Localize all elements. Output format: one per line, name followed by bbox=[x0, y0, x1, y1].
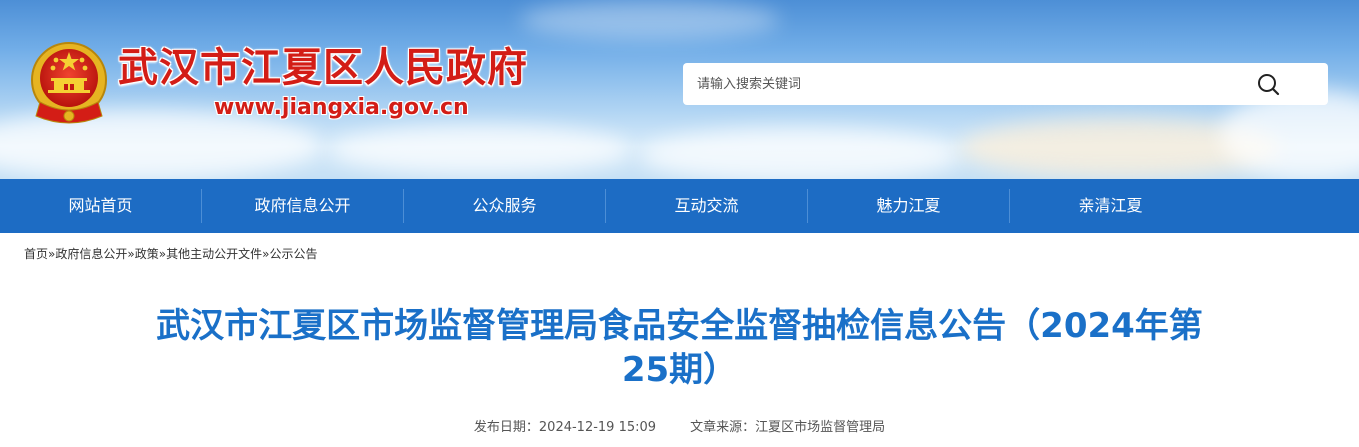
article-title-line1: 武汉市江夏区市场监督管理局食品安全监督抽检信息公告（2024年第 bbox=[156, 306, 1203, 346]
article-source: 江夏区市场监督管理局 bbox=[755, 420, 886, 435]
breadcrumb-home[interactable]: 首页 bbox=[24, 247, 48, 261]
cloud-decoration bbox=[640, 128, 960, 179]
search-box bbox=[683, 63, 1328, 105]
nav-item-public-service[interactable]: 公众服务 bbox=[404, 179, 605, 233]
breadcrumb-separator: » bbox=[158, 247, 167, 261]
nav-item-interaction[interactable]: 互动交流 bbox=[606, 179, 807, 233]
national-emblem-icon bbox=[31, 42, 107, 124]
search-icon[interactable] bbox=[1255, 71, 1285, 97]
header-banner: 武汉市江夏区人民政府 www.jiangxia.gov.cn bbox=[0, 0, 1359, 179]
breadcrumb: 首页»政府信息公开»政策»其他主动公开文件»公示公告 bbox=[24, 244, 317, 264]
article-meta: 发布日期：2024-12-19 15:09 文章来源：江夏区市场监督管理局 bbox=[0, 418, 1359, 438]
nav-item-qinqing-jiangxia[interactable]: 亲清江夏 bbox=[1010, 179, 1211, 233]
breadcrumb-separator: » bbox=[127, 247, 135, 261]
breadcrumb-other-docs[interactable]: 其他主动公开文件 bbox=[166, 247, 262, 261]
site-name[interactable]: 武汉市江夏区人民政府 bbox=[118, 44, 528, 92]
publish-date-label: 发布日期： bbox=[473, 420, 539, 435]
breadcrumb-gov-info[interactable]: 政府信息公开 bbox=[55, 247, 127, 261]
cloud-decoration bbox=[330, 125, 630, 175]
nav-item-gov-info[interactable]: 政府信息公开 bbox=[202, 179, 403, 233]
site-url[interactable]: www.jiangxia.gov.cn bbox=[214, 94, 469, 122]
cloud-decoration bbox=[520, 0, 780, 40]
main-nav: 网站首页 政府信息公开 公众服务 互动交流 魅力江夏 亲清江夏 bbox=[0, 179, 1359, 233]
publish-date: 2024-12-19 15:09 bbox=[538, 420, 657, 435]
article-title-line2: 25期） bbox=[621, 350, 738, 390]
breadcrumb-announcements[interactable]: 公示公告 bbox=[269, 247, 317, 261]
breadcrumb-policy[interactable]: 政策 bbox=[135, 247, 159, 261]
article-title: 武汉市江夏区市场监督管理局食品安全监督抽检信息公告（2024年第 25期） bbox=[40, 304, 1319, 392]
nav-item-charm-jiangxia[interactable]: 魅力江夏 bbox=[808, 179, 1009, 233]
nav-item-home[interactable]: 网站首页 bbox=[0, 179, 201, 233]
source-label: 文章来源： bbox=[690, 420, 756, 435]
search-input[interactable] bbox=[697, 63, 1237, 105]
